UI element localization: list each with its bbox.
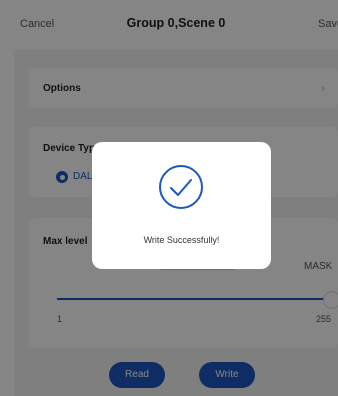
success-dialog: Write Successfully! <box>92 142 271 269</box>
dialog-message: Write Successfully! <box>143 235 220 245</box>
check-circle-icon <box>159 165 203 209</box>
